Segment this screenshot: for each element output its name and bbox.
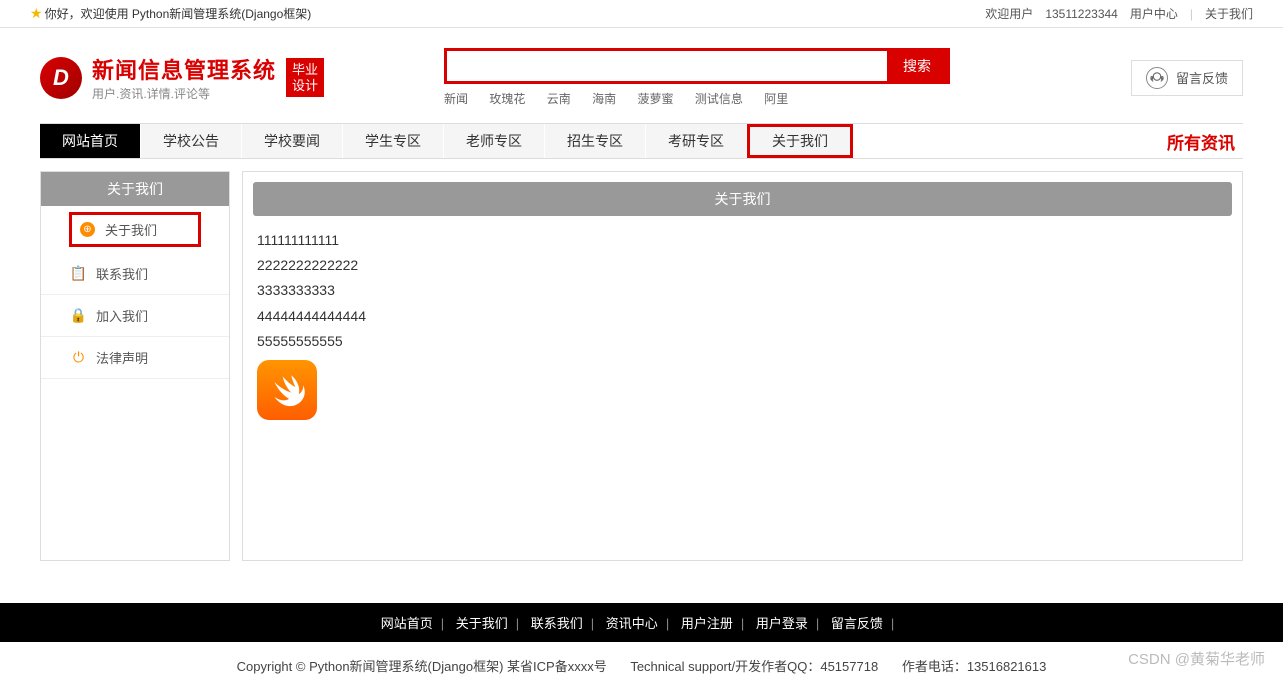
sidebar-item-join[interactable]: 🔒 加入我们 [41,295,229,337]
nav-student[interactable]: 学生专区 [343,124,444,158]
tag-hainan[interactable]: 海南 [592,92,616,106]
sidebar-item-label: 加入我们 [96,306,148,325]
footer-link-news[interactable]: 资讯中心 [606,616,658,631]
sidebar: 关于我们 ⊕ 关于我们 📋 联系我们 🔒 加入我们 ⏻ 法律声明 [40,171,230,561]
welcome-user-label: 欢迎用户 [985,5,1033,22]
nav-admission[interactable]: 招生专区 [545,124,646,158]
header: D 新闻信息管理系统 用户.资讯.详情.评论等 毕业 设计 搜索 新闻 玫瑰花 … [0,28,1283,115]
tech-support: Technical support/开发作者QQ：45157718 [630,659,878,674]
search-button[interactable]: 搜索 [887,51,947,81]
search-input[interactable] [447,51,887,81]
tag-boluomi[interactable]: 菠萝蜜 [637,92,673,106]
footer: 网站首页| 关于我们| 联系我们| 资讯中心| 用户注册| 用户登录| 留言反馈… [0,603,1283,689]
user-phone[interactable]: 13511223344 [1045,7,1118,21]
logo-subtitle: 用户.资讯.详情.评论等 [92,85,276,102]
tag-rose[interactable]: 玫瑰花 [489,92,525,106]
sidebar-item-contact[interactable]: 📋 联系我们 [41,253,229,295]
sidebar-item-label: 关于我们 [105,220,157,239]
sidebar-item-legal[interactable]: ⏻ 法律声明 [41,337,229,379]
sidebar-item-label: 法律声明 [96,348,148,367]
tag-news[interactable]: 新闻 [444,92,468,106]
main-title: 关于我们 [253,182,1232,216]
sidebar-item-about[interactable]: ⊕ 关于我们 [69,212,201,247]
content-line: 2222222222222 [257,253,1228,278]
swift-icon [257,360,317,420]
content: 关于我们 ⊕ 关于我们 📋 联系我们 🔒 加入我们 ⏻ 法律声明 关于我们 11… [0,159,1283,573]
nav-about[interactable]: 关于我们 [747,124,853,158]
tag-yunnan[interactable]: 云南 [547,92,571,106]
nav-home[interactable]: 网站首页 [40,124,141,158]
logo-icon: D [40,57,82,99]
feedback-label: 留言反馈 [1176,68,1228,87]
footer-info: Copyright © Python新闻管理系统(Django框架) 某省ICP… [0,642,1283,689]
footer-link-feedback[interactable]: 留言反馈 [831,616,883,631]
nav-teacher[interactable]: 老师专区 [444,124,545,158]
main-panel: 关于我们 111111111111 2222222222222 33333333… [242,171,1243,561]
logo-title: 新闻信息管理系统 [92,53,276,85]
footer-link-about[interactable]: 关于我们 [456,616,508,631]
nav-announcement[interactable]: 学校公告 [141,124,242,158]
author-phone: 作者电话：13516821613 [902,659,1047,674]
divider: | [1190,7,1193,21]
footer-link-register[interactable]: 用户注册 [681,616,733,631]
lock-icon: 🔒 [71,308,86,323]
content-line: 55555555555 [257,329,1228,354]
top-right-links: 欢迎用户 13511223344 用户中心 | 关于我们 [985,5,1253,22]
about-us-link[interactable]: 关于我们 [1205,5,1253,22]
watermark: CSDN @黄菊华老师 [1128,648,1265,669]
greeting-text: 你好，欢迎使用 Python新闻管理系统(Django框架) [45,5,312,22]
search-tags: 新闻 玫瑰花 云南 海南 菠萝蜜 测试信息 阿里 [444,90,950,107]
star-icon: ★ [30,5,43,22]
content-line: 111111111111 [257,228,1228,253]
top-bar: ★ 你好，欢迎使用 Python新闻管理系统(Django框架) 欢迎用户 13… [0,0,1283,28]
nav-kaoyan[interactable]: 考研专区 [646,124,747,158]
main-body: 111111111111 2222222222222 3333333333 44… [253,216,1232,432]
main-nav: 网站首页 学校公告 学校要闻 学生专区 老师专区 招生专区 考研专区 关于我们 … [40,123,1243,159]
footer-link-contact[interactable]: 联系我们 [531,616,583,631]
feedback-button[interactable]: 留言反馈 [1131,60,1243,96]
footer-link-login[interactable]: 用户登录 [756,616,808,631]
headset-icon [1146,67,1168,89]
tag-ali[interactable]: 阿里 [764,92,788,106]
power-icon: ⏻ [71,350,86,365]
content-line: 3333333333 [257,278,1228,303]
nav-news[interactable]: 学校要闻 [242,124,343,158]
globe-icon: ⊕ [80,222,95,237]
doc-icon: 📋 [71,266,86,281]
sidebar-title: 关于我们 [41,172,229,206]
logo-block[interactable]: D 新闻信息管理系统 用户.资讯.详情.评论等 毕业 设计 [40,53,324,102]
sidebar-item-label: 联系我们 [96,264,148,283]
logo-badge: 毕业 设计 [286,58,324,97]
footer-nav: 网站首页| 关于我们| 联系我们| 资讯中心| 用户注册| 用户登录| 留言反馈… [0,603,1283,642]
user-center-link[interactable]: 用户中心 [1130,5,1178,22]
search-box: 搜索 [444,48,950,84]
nav-all-news[interactable]: 所有资讯 [1167,124,1243,158]
search-area: 搜索 新闻 玫瑰花 云南 海南 菠萝蜜 测试信息 阿里 [444,48,950,107]
copyright-text: Copyright © Python新闻管理系统(Django框架) 某省ICP… [237,659,607,674]
content-line: 44444444444444 [257,304,1228,329]
top-greeting: ★ 你好，欢迎使用 Python新闻管理系统(Django框架) [30,5,311,22]
footer-link-home[interactable]: 网站首页 [381,616,433,631]
tag-test[interactable]: 测试信息 [695,92,743,106]
